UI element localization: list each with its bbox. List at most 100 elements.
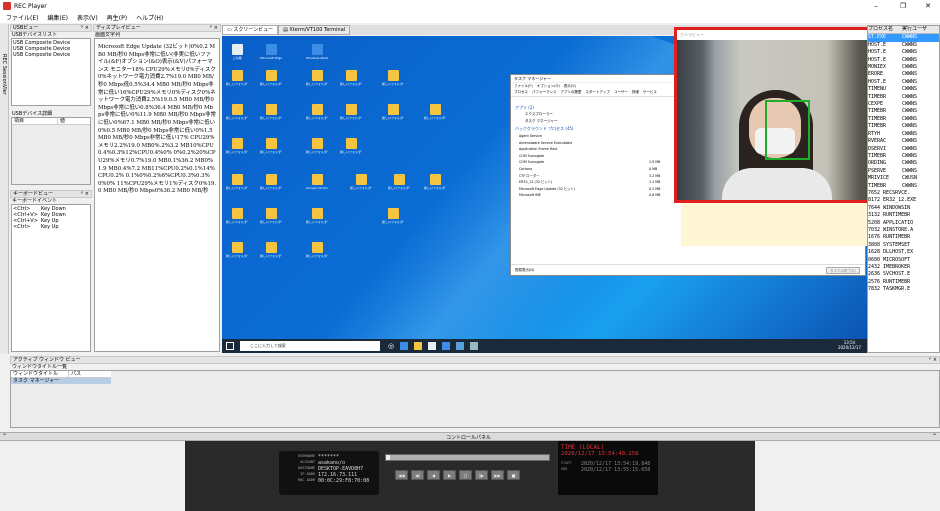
- menu-help[interactable]: ヘルプ(H): [136, 13, 163, 22]
- window-title-table[interactable]: ウィンドウタイトル パス タスク マネージャー: [10, 370, 940, 428]
- edge-icon[interactable]: [400, 342, 409, 350]
- desktop-icon[interactable]: 新しいフォルダー: [340, 70, 362, 86]
- process-row[interactable]: HOST.E CWWNS: [868, 79, 939, 86]
- process-row[interactable]: PSERVE CWWNS: [868, 168, 939, 175]
- play-button[interactable]: ▶: [443, 470, 456, 480]
- tm-end-task-button[interactable]: タスクの終了(E): [826, 267, 860, 274]
- desktop-icon[interactable]: 新しいフォルダー: [306, 242, 328, 258]
- desktop-icon[interactable]: 新しいフォルダー: [350, 174, 372, 190]
- windows-start-icon[interactable]: [226, 342, 234, 350]
- pause-button[interactable]: ||: [459, 470, 472, 480]
- seek-bar[interactable]: [385, 454, 550, 461]
- process-row[interactable]: TIMEBR CWWNS: [868, 153, 939, 160]
- tm-tab-services[interactable]: サービス: [643, 89, 657, 96]
- process-row[interactable]: HOST.E CWWNS: [868, 49, 939, 56]
- collapse-right-icon[interactable]: ⌃: [932, 433, 937, 440]
- menu-edit[interactable]: 編集(E): [47, 13, 67, 22]
- tm-tab-history[interactable]: アプリの履歴: [560, 89, 581, 96]
- desktop-icon[interactable]: 新しいフォルダー: [340, 104, 362, 120]
- stop-button[interactable]: ■: [507, 470, 520, 480]
- camera-view[interactable]: カメラビュー: [674, 27, 894, 203]
- process-row[interactable]: 7644 WINDOWSIN: [868, 205, 939, 212]
- prev-button[interactable]: ◀|: [411, 470, 424, 480]
- desktop-icon[interactable]: 新しいフォルダー: [260, 208, 282, 224]
- process-row[interactable]: 1676 RUNTIMEBR: [868, 234, 939, 241]
- process-row[interactable]: 7832 TASKMGR.E: [868, 286, 939, 293]
- desktop-icon[interactable]: 新しいフォルダー: [226, 104, 248, 120]
- process-row[interactable]: 5208 APPLICATIO: [868, 220, 939, 227]
- pin-icon[interactable]: ᵖ ×: [210, 25, 218, 31]
- explorer-icon[interactable]: [414, 342, 423, 350]
- step-back-button[interactable]: ◀: [427, 470, 440, 480]
- process-row[interactable]: HOST.E CWWNS: [868, 57, 939, 64]
- store-icon[interactable]: [428, 342, 437, 350]
- process-row[interactable]: RVERAC CWWNS: [868, 138, 939, 145]
- table-row[interactable]: タスク マネージャー: [11, 378, 111, 384]
- desktop-icon[interactable]: Microsoft Edge: [260, 44, 282, 60]
- tm-tab-users[interactable]: ユーザー: [614, 89, 628, 96]
- desktop-icon[interactable]: 新しいフォルダー: [306, 104, 328, 120]
- process-row[interactable]: ERORE CWWNS: [868, 71, 939, 78]
- desktop-icon[interactable]: 新しいフォルダー: [424, 174, 446, 190]
- menu-file[interactable]: ファイル(E): [6, 13, 38, 22]
- desktop-icon[interactable]: 新しいフォルダー: [424, 104, 446, 120]
- pin-icon[interactable]: ᵖ ×: [929, 357, 937, 363]
- mail-icon[interactable]: [442, 342, 451, 350]
- process-row[interactable]: 2636 SVCHOST.E: [868, 271, 939, 278]
- desktop-icon[interactable]: 新しいフォルダー: [306, 70, 328, 86]
- process-row[interactable]: ST.EXE CWWNS: [868, 34, 939, 42]
- collapse-icon[interactable]: ⌃: [2, 433, 7, 440]
- desktop-icon[interactable]: 新しいフォルダー: [382, 104, 404, 120]
- process-row[interactable]: TIMEBR CWWNS: [868, 108, 939, 115]
- fast-forward-button[interactable]: ▶▶: [491, 470, 504, 480]
- desktop-icon[interactable]: 新しいフォルダー: [382, 208, 404, 224]
- close-icon[interactable]: ✕: [918, 0, 938, 12]
- menu-view[interactable]: 表示(V): [77, 13, 98, 22]
- usb-detail-table[interactable]: 項目 値: [11, 117, 91, 185]
- desktop-icon[interactable]: 新しいフォルダー: [340, 138, 362, 154]
- tm-tab-details[interactable]: 詳細: [632, 89, 639, 96]
- tm-tab-startup[interactable]: スタートアップ: [585, 89, 610, 96]
- desktop-icon[interactable]: 新しいフォルダー: [226, 70, 248, 86]
- rewind-button[interactable]: ◀◀: [395, 470, 408, 480]
- desktop-icon[interactable]: 新しいフォルダー: [226, 242, 248, 258]
- process-row[interactable]: 7032 WINSTORE.A: [868, 227, 939, 234]
- minimize-icon[interactable]: –: [866, 0, 886, 12]
- desktop-icon[interactable]: Windows Media: [306, 44, 328, 60]
- desktop-icon[interactable]: 新しいフォルダー: [260, 70, 282, 86]
- desktop-icon[interactable]: 新しいフォルダー: [382, 70, 404, 86]
- maximize-icon[interactable]: ❐: [893, 0, 913, 12]
- usb-device-list[interactable]: USB Composite Device USB Composite Devic…: [11, 38, 91, 106]
- desktop-icon[interactable]: 新しいフォルダー: [388, 174, 410, 190]
- process-row[interactable]: 0600 MICROSOFT: [868, 257, 939, 264]
- process-row[interactable]: CEXPE CWWNS: [868, 101, 939, 108]
- desktop-icon[interactable]: 新しいフォルダー: [306, 138, 328, 154]
- desktop-icon[interactable]: 新しいフォルダー: [306, 208, 328, 224]
- desktop-icon[interactable]: ごみ箱: [226, 44, 248, 60]
- next-button[interactable]: |▶: [475, 470, 488, 480]
- desktop-icon[interactable]: 新しいフォルダー: [260, 242, 282, 258]
- process-row[interactable]: DSERVI CWWNS: [868, 146, 939, 153]
- tm-tab-process[interactable]: プロセス: [514, 89, 528, 96]
- desktop-icon[interactable]: 新しいフォルダー: [226, 138, 248, 154]
- process-row[interactable]: RTYH CWWNS: [868, 131, 939, 138]
- tm-simple-view[interactable]: 簡易表示(D): [515, 268, 534, 272]
- process-row[interactable]: 3808 SYSTEMSET: [868, 242, 939, 249]
- process-row[interactable]: 8172 ER32_12.EXE: [868, 197, 939, 204]
- process-row[interactable]: HOST.E CWWNS: [868, 42, 939, 49]
- process-row[interactable]: 1628 DLLHOST.EX: [868, 249, 939, 256]
- keyboard-event-list[interactable]: <Ctrl> Key Down <Ctrl+V> Key Down <Ctrl+V>…: [11, 204, 91, 352]
- pin-icon[interactable]: ᵖ ×: [81, 25, 89, 31]
- desktop-icon[interactable]: 新しいフォルダー: [226, 174, 248, 190]
- app-taskbar-icon[interactable]: [470, 342, 479, 350]
- process-row[interactable]: 2576 RUNTIMEBR: [868, 279, 939, 286]
- tab-screen-view[interactable]: ▭ スクリーンビュー: [222, 25, 279, 35]
- desktop-icon[interactable]: 新しいフォルダー: [260, 174, 282, 190]
- desktop-icon[interactable]: 新しいフォルダー: [260, 104, 282, 120]
- taskmgr-taskbar-icon[interactable]: [456, 342, 465, 350]
- process-row[interactable]: 7652 RECSRVCE.: [868, 190, 939, 197]
- taskbar-search[interactable]: ここに入力して検索: [240, 341, 380, 351]
- desktop-icon[interactable]: 新しいフォルダー: [226, 208, 248, 224]
- list-item[interactable]: USB Composite Device: [13, 52, 89, 58]
- tm-tab-performance[interactable]: パフォーマンス: [532, 89, 556, 96]
